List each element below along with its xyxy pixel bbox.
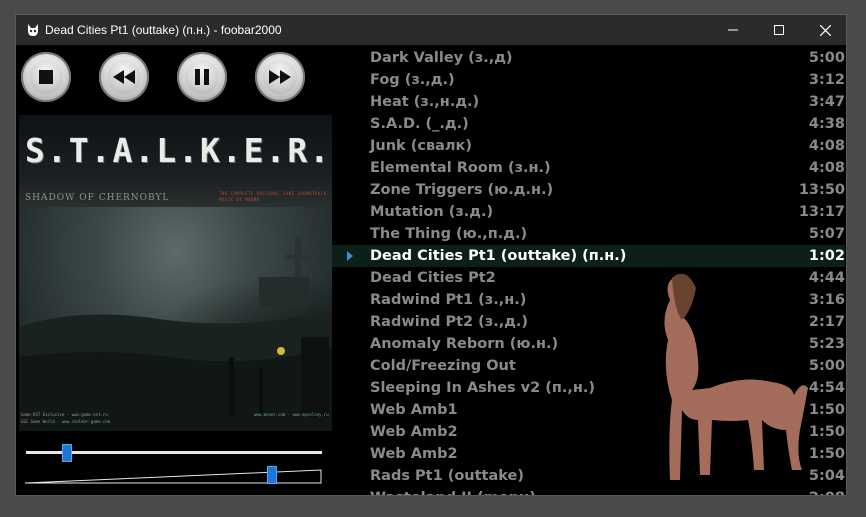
track-duration: 4:08 bbox=[808, 160, 845, 176]
cover-scene bbox=[19, 207, 332, 431]
track-title: Web Amb2 bbox=[370, 446, 458, 462]
cover-subtitle: SHADOW OF CHERNOBYL bbox=[25, 193, 170, 203]
track-duration: 1:50 bbox=[808, 402, 845, 418]
playlist-row[interactable]: Heat (з.,н.д.) 3:47 bbox=[332, 91, 845, 113]
seekbar-thumb[interactable] bbox=[62, 444, 73, 462]
track-duration: 3:16 bbox=[808, 292, 845, 308]
track-duration: 5:07 bbox=[808, 226, 845, 242]
playlist-row[interactable]: Dark Valley (з.,д) 5:00 bbox=[332, 47, 845, 69]
playlist-row-current[interactable]: Dead Cities Pt1 (outtake) (п.н.) 1:02 bbox=[332, 245, 845, 267]
playlist-row[interactable]: Radwind Pt1 (з.,н.) 3:16 bbox=[332, 289, 845, 311]
minimize-icon bbox=[728, 29, 738, 31]
track-title: Zone Triggers (ю.д.н.) bbox=[370, 182, 554, 198]
cover-footer: Game-OST Exclusive · www.game-ost.ru GSC… bbox=[19, 409, 332, 431]
track-title: Web Amb1 bbox=[370, 402, 458, 418]
track-title: Radwind Pt1 (з.,н.) bbox=[370, 292, 527, 308]
track-duration: 4:38 bbox=[808, 116, 845, 132]
playlist-row[interactable]: Dead Cities Pt2 4:44 bbox=[332, 267, 845, 289]
playlist-view[interactable]: Dark Valley (з.,д) 5:00 Fog (з.,д.) 3:12 Hea… bbox=[332, 45, 846, 495]
cover-footer-right: www.mooer.com · www.mycolony.ru bbox=[254, 412, 329, 417]
playlist-row[interactable]: Zone Triggers (ю.д.н.) 13:50 bbox=[332, 179, 845, 201]
playlist-row[interactable]: Cold/Freezing Out 5:00 bbox=[332, 355, 845, 377]
playlist-row[interactable]: Sleeping In Ashes v2 (п.,н.) 4:54 bbox=[332, 377, 845, 399]
track-title: Rads Pt1 (outtake) bbox=[370, 468, 524, 484]
track-duration: 3:12 bbox=[808, 72, 845, 88]
playlist-row[interactable]: Anomaly Reborn (ю.н.) 5:23 bbox=[332, 333, 845, 355]
window-title: Dead Cities Pt1 (outtake) (п.н.) - fooba… bbox=[45, 23, 282, 37]
volume-thumb[interactable] bbox=[266, 466, 277, 484]
playlist-row[interactable]: Mutation (з.д.) 13:17 bbox=[332, 201, 845, 223]
track-title: Junk (свалк) bbox=[370, 138, 473, 154]
maximize-icon bbox=[774, 25, 784, 35]
track-duration: 5:00 bbox=[808, 358, 845, 374]
title-bar[interactable]: Dead Cities Pt1 (outtake) (п.н.) - fooba… bbox=[16, 15, 846, 45]
playlist-row[interactable]: Radwind Pt2 (з.,д.) 2:17 bbox=[332, 311, 845, 333]
playlist-row[interactable]: Wasteland II (menu) 2:08 bbox=[332, 487, 845, 495]
track-title: Anomaly Reborn (ю.н.) bbox=[370, 336, 559, 352]
playlist-row[interactable]: The Thing (ю.,п.д.) 5:07 bbox=[332, 223, 845, 245]
playlist-row[interactable]: Rads Pt1 (outtake) 5:04 bbox=[332, 465, 845, 487]
track-title: Web Amb2 bbox=[370, 424, 458, 440]
track-title: Heat (з.,н.д.) bbox=[370, 94, 480, 110]
stop-button[interactable] bbox=[21, 52, 71, 102]
track-duration: 4:44 bbox=[808, 270, 845, 286]
playlist-row[interactable]: Fog (з.,д.) 3:12 bbox=[332, 69, 845, 91]
track-duration: 13:17 bbox=[798, 204, 845, 220]
pause-icon bbox=[195, 69, 209, 85]
next-icon bbox=[269, 70, 291, 84]
track-title: Dead Cities Pt2 bbox=[370, 270, 496, 286]
foobar2000-icon bbox=[28, 24, 38, 36]
next-button[interactable] bbox=[255, 52, 305, 102]
stop-icon bbox=[39, 70, 53, 84]
playlist-row[interactable]: Elemental Room (з.н.) 4:08 bbox=[332, 157, 845, 179]
track-title: Radwind Pt2 (з.,д.) bbox=[370, 314, 529, 330]
track-title: Dark Valley (з.,д) bbox=[370, 50, 513, 66]
track-duration: 1:50 bbox=[808, 424, 845, 440]
playlist-row[interactable]: Web Amb2 1:50 bbox=[332, 443, 845, 465]
track-title: S.A.D. (_.д.) bbox=[370, 116, 469, 132]
album-cover: S.T.A.L.K.E.R. SHADOW OF CHERNOBYL THE C… bbox=[19, 115, 332, 431]
track-duration: 4:08 bbox=[808, 138, 845, 154]
playlist-row[interactable]: S.A.D. (_.д.) 4:38 bbox=[332, 113, 845, 135]
pause-button[interactable] bbox=[177, 52, 227, 102]
playlist-row[interactable]: Web Amb2 1:50 bbox=[332, 421, 845, 443]
playlist-row[interactable]: Web Amb1 1:50 bbox=[332, 399, 845, 421]
track-title: Elemental Room (з.н.) bbox=[370, 160, 551, 176]
track-duration: 4:54 bbox=[808, 380, 845, 396]
track-title: Fog (з.,д.) bbox=[370, 72, 455, 88]
foobar2000-window: Dead Cities Pt1 (outtake) (п.н.) - fooba… bbox=[15, 14, 847, 496]
track-duration: 5:23 bbox=[808, 336, 845, 352]
track-title: Cold/Freezing Out bbox=[370, 358, 516, 374]
minimize-button[interactable] bbox=[710, 15, 756, 45]
track-duration: 3:47 bbox=[808, 94, 845, 110]
track-duration: 13:50 bbox=[798, 182, 845, 198]
previous-button[interactable] bbox=[99, 52, 149, 102]
close-icon bbox=[819, 24, 831, 36]
left-panel: S.T.A.L.K.E.R. SHADOW OF CHERNOBYL THE C… bbox=[16, 45, 332, 495]
track-title: Sleeping In Ashes v2 (п.,н.) bbox=[370, 380, 596, 396]
track-title: Mutation (з.д.) bbox=[370, 204, 494, 220]
track-title: Wasteland II (menu) bbox=[370, 487, 536, 495]
chernobyl-scene-illustration bbox=[19, 237, 332, 431]
track-duration: 2:17 bbox=[808, 314, 845, 330]
playlist-row[interactable]: Junk (свалк) 4:08 bbox=[332, 135, 845, 157]
previous-icon bbox=[113, 70, 135, 84]
cover-logo: S.T.A.L.K.E.R. bbox=[25, 131, 332, 170]
volume-slider[interactable] bbox=[25, 469, 322, 484]
track-duration: 5:00 bbox=[808, 50, 845, 66]
track-duration: 2:08 bbox=[809, 487, 845, 495]
track-duration: 5:04 bbox=[808, 468, 845, 484]
cover-footer-left: Game-OST Exclusive · www.game-ost.ru GSC… bbox=[21, 412, 111, 424]
close-button[interactable] bbox=[802, 15, 846, 45]
track-duration: 1:50 bbox=[808, 446, 845, 462]
track-title: Dead Cities Pt1 (outtake) (п.н.) bbox=[370, 248, 627, 264]
track-duration: 1:02 bbox=[808, 248, 845, 264]
now-playing-icon bbox=[347, 251, 353, 261]
cover-tagline: THE COMPLETE ORIGINAL GAME SOUNDTRACK MU… bbox=[219, 191, 327, 202]
track-title: The Thing (ю.,п.д.) bbox=[370, 226, 528, 242]
maximize-button[interactable] bbox=[756, 15, 802, 45]
